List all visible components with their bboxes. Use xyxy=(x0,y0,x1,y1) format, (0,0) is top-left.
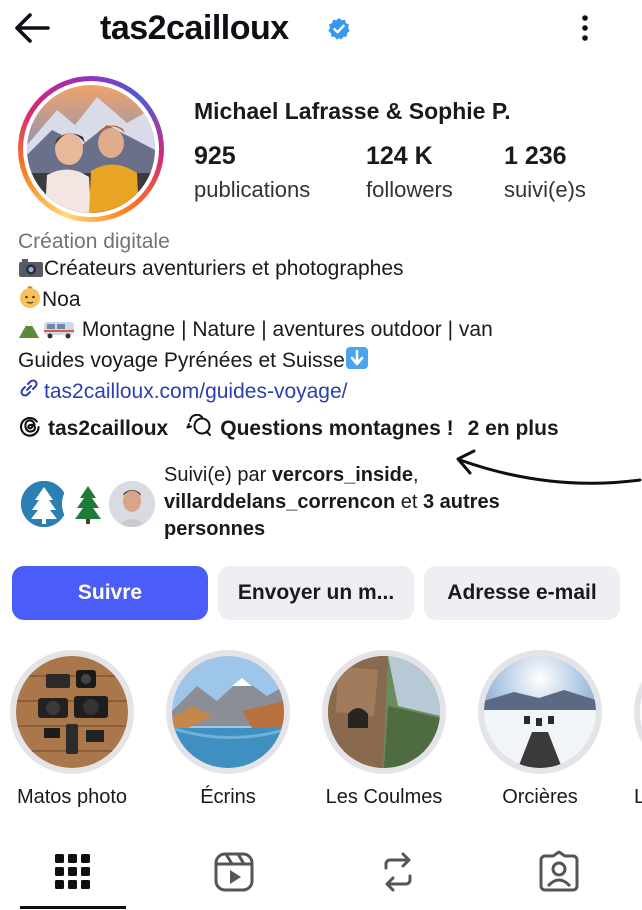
profile-full-name: Michael Lafrasse & Sophie P. xyxy=(194,98,511,124)
threads-handle: tas2cailloux xyxy=(48,417,169,440)
tagged-icon[interactable] xyxy=(537,850,581,894)
bio-text: Guides voyage Pyrénées et Suisse xyxy=(18,349,345,372)
profile-tab-bar xyxy=(0,826,642,910)
followed-user-2: villarddelans_correncon xyxy=(164,491,396,513)
bio-line: Noa xyxy=(18,285,628,316)
highlight-label: Le xyxy=(634,786,642,808)
stat-value: 925 xyxy=(194,142,236,170)
kebab-menu-icon[interactable] xyxy=(570,10,600,46)
followed-by-text: Suivi(e) par vercors_inside, villarddelan… xyxy=(164,462,604,543)
threads-chip[interactable]: tas2cailloux xyxy=(18,414,168,444)
highlight-partial[interactable]: Le xyxy=(634,650,642,809)
followed-sep: , xyxy=(413,464,419,486)
person-avatar xyxy=(106,478,158,530)
follow-button[interactable]: Suivre xyxy=(12,566,208,620)
mountain-van-emoji-icon xyxy=(18,317,76,346)
profile-actions: Suivre Envoyer un m... Adresse e-mail xyxy=(12,566,620,620)
avatar xyxy=(27,85,155,213)
highlight-label: Écrins xyxy=(200,786,256,808)
stat-label: suivi(e)s xyxy=(504,177,586,202)
followed-and: et xyxy=(395,491,423,513)
email-button[interactable]: Adresse e-mail xyxy=(424,566,620,620)
stat-following[interactable]: 1 236 suivi(e)s xyxy=(504,142,586,203)
cliff-road-thumbnail xyxy=(328,656,440,768)
mountain-lake-thumbnail xyxy=(172,656,284,768)
questions-more: 2 en plus xyxy=(467,417,559,440)
highlight-label: Les Coulmes xyxy=(325,786,443,808)
reels-icon[interactable] xyxy=(212,850,256,894)
profile-username: tas2cailloux xyxy=(100,9,289,47)
bio-link[interactable]: tas2cailloux.com/guides-voyage/ xyxy=(18,377,628,406)
grid-icon[interactable] xyxy=(51,850,95,894)
stat-value: 124 K xyxy=(366,142,433,170)
bio-link-text: tas2cailloux.com/guides-voyage/ xyxy=(44,380,348,403)
verified-badge-icon xyxy=(327,17,351,41)
profile-bio: Création digitale Créateurs aventuriers … xyxy=(18,228,628,406)
stat-publications[interactable]: 925 publications xyxy=(194,142,310,203)
active-tab-indicator xyxy=(20,906,126,909)
stat-label: followers xyxy=(366,177,453,202)
questions-label: Questions montagnes ! xyxy=(220,417,454,440)
stat-label: publications xyxy=(194,177,311,202)
dog-sled-thumbnail xyxy=(484,656,596,768)
highlight-label: Matos photo xyxy=(16,786,128,808)
followed-prefix: Suivi(e) par xyxy=(164,464,272,486)
profile-avatar-story-ring[interactable] xyxy=(18,76,164,222)
bio-text: Noa xyxy=(42,288,81,311)
stat-followers[interactable]: 124 K followers xyxy=(366,142,453,203)
stat-value: 1 236 xyxy=(504,142,567,170)
mutual-avatars xyxy=(18,478,158,532)
camera-emoji-icon xyxy=(18,258,44,285)
baby-emoji-icon xyxy=(18,285,42,316)
highlight-label: Orcières xyxy=(502,786,578,808)
highlight-ecrins[interactable]: Écrins xyxy=(166,650,290,809)
camera-gear-thumbnail xyxy=(16,656,128,768)
highlight-matos-photo[interactable]: Matos photo xyxy=(10,650,134,809)
bio-line: Créateurs aventuriers et photographes xyxy=(18,255,628,285)
story-highlights: Matos photo Écrins Les Coulmes Orcières … xyxy=(0,650,642,810)
followed-by[interactable]: Suivi(e) par vercors_inside, villarddelan… xyxy=(18,462,638,546)
arrow-left-icon[interactable] xyxy=(12,10,52,46)
profile-category: Création digitale xyxy=(18,230,170,253)
followed-user-1: vercors_inside xyxy=(271,464,414,486)
down-arrow-emoji-icon xyxy=(345,346,369,377)
threads-icon xyxy=(18,414,42,444)
highlight-orcieres[interactable]: Orcières xyxy=(478,650,602,809)
bio-line: Guides voyage Pyrénées et Suisse xyxy=(18,346,628,377)
questions-icon xyxy=(186,413,214,444)
reposts-icon[interactable] xyxy=(376,850,420,894)
bio-text: Montagne | Nature | aventures outdoor | … xyxy=(76,318,493,341)
top-bar: tas2cailloux xyxy=(0,0,642,58)
message-button[interactable]: Envoyer un m... xyxy=(218,566,414,620)
bio-text: Créateurs aventuriers et photographes xyxy=(44,257,404,280)
link-icon xyxy=(18,377,40,406)
bio-line: Montagne | Nature | aventures outdoor | … xyxy=(18,316,628,346)
highlight-les-coulmes[interactable]: Les Coulmes xyxy=(322,650,446,809)
